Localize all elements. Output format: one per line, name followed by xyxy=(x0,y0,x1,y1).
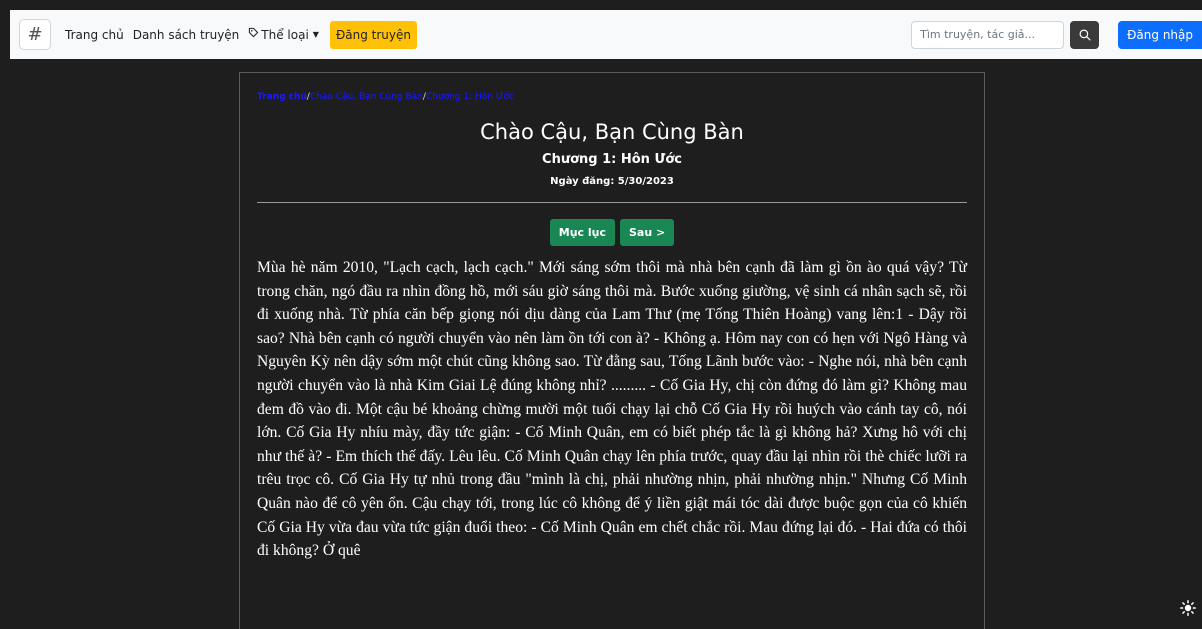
chapter-nav: Mục lục Sau > xyxy=(257,219,967,246)
brand-logo[interactable]: # xyxy=(19,19,51,50)
nav-home-link[interactable]: Trang chủ xyxy=(65,21,124,49)
tag-icon xyxy=(248,21,259,49)
post-date: Ngày đăng: 5/30/2023 xyxy=(550,176,674,187)
caret-down-icon: ▼ xyxy=(312,29,319,39)
login-button[interactable]: Đăng nhập xyxy=(1118,20,1202,49)
table-of-contents-button[interactable]: Mục lục xyxy=(549,219,615,246)
theme-toggle-button[interactable] xyxy=(1180,600,1196,616)
nav-genres-dropdown[interactable]: Thể loại ▼ xyxy=(248,21,319,49)
post-story-button[interactable]: Đăng truyện xyxy=(329,20,417,49)
search-input[interactable] xyxy=(911,20,1065,49)
chapter-card: Trang chủ/Chào Cậu, Bạn Cùng Bàn/Chương … xyxy=(239,72,985,629)
search-icon xyxy=(1079,29,1091,41)
story-title: Chào Cậu, Bạn Cùng Bàn xyxy=(480,120,744,144)
breadcrumb-home-link[interactable]: Trang chủ xyxy=(257,92,307,102)
search-button[interactable] xyxy=(1070,20,1100,49)
next-chapter-button[interactable]: Sau > xyxy=(620,219,675,246)
chapter-content: Mùa hè năm 2010, "Lạch cạch, lạch cạch."… xyxy=(257,259,967,560)
breadcrumb-chapter-link[interactable]: Chương 1: Hôn Ước xyxy=(426,92,514,102)
breadcrumb-story-link[interactable]: Chào Cậu, Bạn Cùng Bàn xyxy=(310,92,423,102)
breadcrumb: Trang chủ/Chào Cậu, Bạn Cùng Bàn/Chương … xyxy=(257,91,967,103)
sun-icon xyxy=(1180,600,1196,616)
nav-genres-label: Thể loại xyxy=(261,27,309,42)
divider xyxy=(257,202,967,203)
top-navbar: # Trang chủ Danh sách truyện Thể loại ▼ … xyxy=(10,10,1202,59)
nav-story-list-link[interactable]: Danh sách truyện xyxy=(133,21,240,49)
chapter-title: Chương 1: Hôn Ước xyxy=(542,152,682,167)
